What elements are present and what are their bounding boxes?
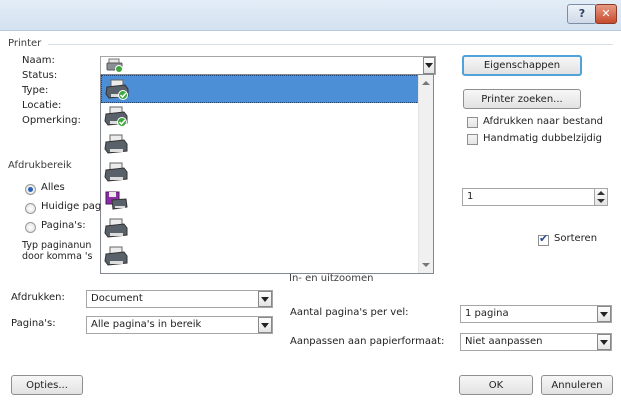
scale-to-paper-dropdown-arrow[interactable] <box>597 334 611 350</box>
manual-duplex-checkbox[interactable] <box>467 134 478 145</box>
find-printer-button[interactable]: Printer zoeken... <box>463 89 581 109</box>
printer-name-combobox[interactable] <box>100 56 436 75</box>
help-button[interactable]: ? <box>567 4 597 24</box>
spinner-down-icon[interactable] <box>597 199 605 203</box>
cancel-button[interactable]: Annuleren <box>541 375 613 395</box>
pages-per-sheet-label: Aantal pagina's per vel: <box>290 307 409 318</box>
pages-range-label: Pagina's: <box>41 220 86 231</box>
scale-to-paper-label: Aanpassen aan papierformaat: <box>290 336 445 347</box>
pages-per-sheet-select[interactable]: 1 pagina <box>460 305 612 323</box>
print-range-title: Afdrukbereik <box>8 160 72 171</box>
printer-list-item[interactable] <box>101 243 419 271</box>
ok-button[interactable]: OK <box>459 375 533 395</box>
printer-icon <box>105 191 128 210</box>
properties-button[interactable]: Eigenschappen <box>462 55 582 76</box>
type-label: Type: <box>22 85 49 96</box>
collate-label: Sorteren <box>554 233 598 244</box>
print-what-dropdown-arrow[interactable] <box>258 291 272 307</box>
pages-dropdown-arrow[interactable] <box>258 317 272 333</box>
spinner-up-icon[interactable] <box>597 191 605 195</box>
printer-list-item[interactable] <box>101 215 419 243</box>
close-button[interactable]: ✕ <box>595 4 617 24</box>
pages-label: Pagina's: <box>11 318 56 329</box>
scroll-down-arrow-icon[interactable] <box>422 263 430 267</box>
printer-list-item[interactable] <box>101 159 419 187</box>
range-hint-line2: door komma 's <box>22 251 93 262</box>
printer-icon <box>104 246 128 266</box>
location-label: Locatie: <box>22 100 62 111</box>
printer-name-dropdown-arrow[interactable] <box>423 57 435 74</box>
scroll-up-arrow-icon[interactable] <box>422 81 430 85</box>
printer-icon <box>104 134 128 154</box>
print-what-label: Afdrukken: <box>11 292 65 303</box>
printer-list-item[interactable] <box>101 187 419 215</box>
printer-icon <box>106 58 123 73</box>
zoom-group-title: In- en uitzoomen <box>289 273 374 284</box>
range-hint-line1: Typ paginanun <box>22 240 92 251</box>
current-page-label: Huidige pag <box>41 201 102 212</box>
current-page-radio[interactable] <box>25 203 36 214</box>
pages-select[interactable]: Alle pagina's in bereik <box>86 316 273 334</box>
copies-input[interactable]: 1 <box>462 188 605 206</box>
name-label: Naam: <box>22 55 55 66</box>
printer-icon <box>104 106 128 127</box>
print-to-file-label: Afdrukken naar bestand <box>483 116 604 127</box>
status-label: Status: <box>22 70 58 81</box>
printer-icon <box>104 162 128 182</box>
printer-list-item[interactable] <box>101 131 419 159</box>
collate-checkbox[interactable] <box>538 232 549 246</box>
options-button[interactable]: Opties... <box>11 375 83 395</box>
printer-list-item-selected[interactable] <box>101 75 419 103</box>
printer-dropdown-list[interactable] <box>100 74 434 274</box>
copies-spinner[interactable] <box>594 188 608 206</box>
pages-per-sheet-dropdown-arrow[interactable] <box>597 306 611 322</box>
printer-icon <box>104 218 128 238</box>
printer-icon <box>105 79 129 100</box>
title-bar <box>0 0 621 31</box>
manual-duplex-label: Handmatig dubbelzijdig <box>483 133 603 144</box>
printer-list-item[interactable] <box>101 103 419 131</box>
print-what-select[interactable]: Document <box>86 290 273 308</box>
printer-group-separator <box>48 44 613 45</box>
printer-group-title: Printer <box>8 38 42 49</box>
pages-radio[interactable] <box>25 222 36 233</box>
printer-list-scrollbar[interactable] <box>418 75 433 273</box>
print-to-file-checkbox[interactable] <box>467 117 478 128</box>
scale-to-paper-select[interactable]: Niet aanpassen <box>460 333 612 351</box>
all-pages-radio[interactable] <box>25 184 36 195</box>
comment-label: Opmerking: <box>22 115 81 126</box>
all-pages-label: Alles <box>41 182 65 193</box>
